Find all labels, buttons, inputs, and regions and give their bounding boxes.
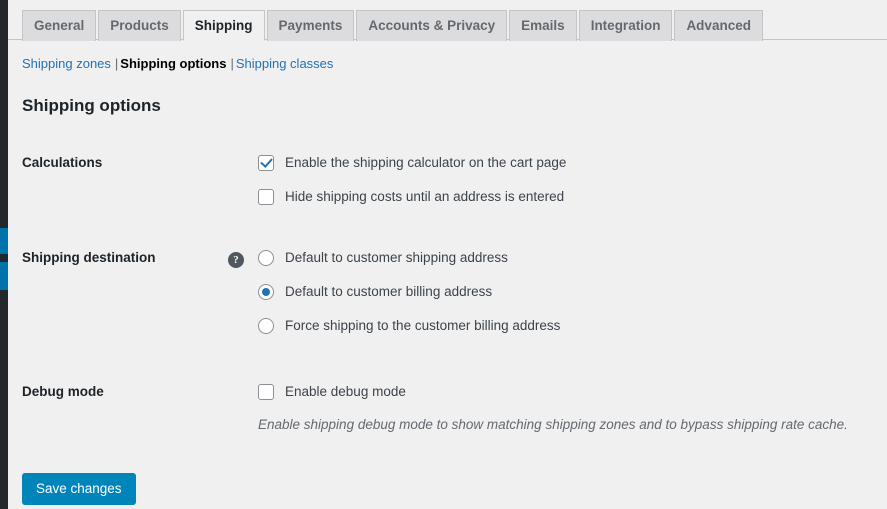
admin-menu-current-segment-top (0, 228, 8, 254)
label-default-billing-address[interactable]: Default to customer billing address (285, 283, 492, 302)
save-changes-button[interactable]: Save changes (22, 472, 136, 506)
checkbox-hide-shipping-costs[interactable] (258, 189, 274, 206)
checkbox-enable-debug-mode[interactable] (258, 384, 274, 401)
debug-mode-description: Enable shipping debug mode to show match… (258, 417, 848, 433)
row-shipping-destination: Shipping destination ? Default to custom… (22, 248, 887, 336)
label-hide-shipping-costs[interactable]: Hide shipping costs until an address is … (285, 188, 564, 207)
radio-default-shipping-address[interactable] (258, 250, 274, 267)
subnav-item-shipping-zones[interactable]: Shipping zones (22, 56, 111, 71)
admin-menu-current-item[interactable] (0, 228, 8, 290)
subnav-separator-1: | (114, 56, 119, 71)
row-label-calculations: Calculations (22, 155, 103, 171)
admin-menu-current-gap (0, 254, 8, 262)
settings-nav-tabs: General Products Shipping Payments Accounts … (8, 0, 887, 41)
row-label-debug-mode: Debug mode (22, 384, 104, 400)
tab-emails[interactable]: Emails (509, 10, 577, 41)
radio-default-billing-address[interactable] (258, 284, 274, 301)
option-force-billing-address[interactable]: Force shipping to the customer billing a… (258, 316, 887, 336)
tab-advanced[interactable]: Advanced (674, 10, 763, 41)
label-enable-debug-mode[interactable]: Enable debug mode (285, 383, 406, 402)
subnav-separator-2: | (230, 56, 234, 71)
row-field-debug-mode: Enable debug mode Enable shipping debug … (258, 382, 887, 435)
settings-page: General Products Shipping Payments Accounts … (8, 0, 887, 509)
option-enable-debug-mode[interactable]: Enable debug mode (258, 382, 887, 402)
row-debug-mode: Debug mode Enable debug mode Enable ship… (22, 382, 887, 435)
tab-integration[interactable]: Integration (578, 10, 673, 41)
settings-form-table: Calculations Enable the shipping calcula… (8, 153, 887, 435)
tab-payments[interactable]: Payments (266, 10, 355, 41)
tab-products[interactable]: Products (98, 10, 181, 41)
tab-shipping[interactable]: Shipping (182, 10, 265, 41)
label-default-shipping-address[interactable]: Default to customer shipping address (285, 249, 508, 268)
option-default-billing-address[interactable]: Default to customer billing address (258, 282, 887, 302)
row-field-shipping-destination: ? Default to customer shipping address D… (228, 248, 887, 336)
option-enable-shipping-calculator[interactable]: Enable the shipping calculator on the ca… (258, 153, 887, 173)
page-title: Shipping options (22, 96, 161, 115)
help-question-icon[interactable]: ? (228, 252, 244, 269)
submit-area: Save changes (8, 472, 887, 506)
subnav-item-shipping-options[interactable]: Shipping options (120, 56, 226, 71)
label-force-billing-address[interactable]: Force shipping to the customer billing a… (285, 317, 560, 336)
option-default-shipping-address[interactable]: Default to customer shipping address (258, 248, 887, 268)
subnav-item-shipping-classes[interactable]: Shipping classes (236, 56, 334, 71)
admin-menu-current-segment-bottom (0, 262, 8, 290)
option-hide-shipping-costs[interactable]: Hide shipping costs until an address is … (258, 187, 887, 207)
tab-accounts-privacy[interactable]: Accounts & Privacy (356, 10, 508, 41)
radio-force-billing-address[interactable] (258, 318, 274, 335)
label-enable-shipping-calculator[interactable]: Enable the shipping calculator on the ca… (285, 154, 566, 173)
row-calculations: Calculations Enable the shipping calcula… (22, 153, 887, 207)
admin-menu-strip[interactable] (0, 0, 8, 509)
checkbox-enable-shipping-calculator[interactable] (258, 155, 274, 172)
tab-general[interactable]: General (22, 10, 97, 41)
row-field-calculations: Enable the shipping calculator on the ca… (258, 153, 887, 207)
shipping-subnav: Shipping zones | Shipping options | Shipping… (8, 40, 887, 77)
row-label-shipping-destination: Shipping destination (22, 250, 156, 266)
